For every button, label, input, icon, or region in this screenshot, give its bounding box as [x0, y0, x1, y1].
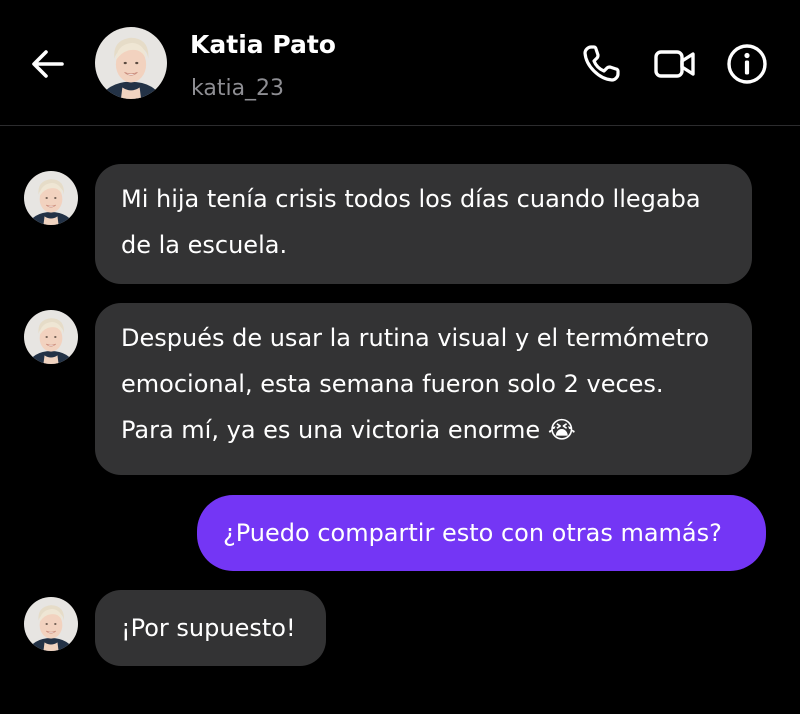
message-bubble-incoming[interactable]: Después de usar la rutina visual y el te…: [95, 303, 752, 475]
message-bubble-incoming[interactable]: Mi hija tenía crisis todos los días cuan…: [95, 164, 752, 284]
sender-avatar[interactable]: [24, 310, 78, 364]
message-bubble-incoming[interactable]: ¡Por supuesto!: [95, 590, 326, 666]
video-camera-icon: [654, 50, 695, 78]
message-bubble-outgoing[interactable]: ¿Puedo compartir esto con otras mamás?: [197, 495, 766, 571]
video-call-button[interactable]: [651, 40, 699, 88]
back-arrow-icon: [32, 50, 64, 78]
sender-avatar[interactable]: [24, 171, 78, 225]
message-text-line: emocional, esta semana fueron solo 2 vec…: [121, 370, 664, 398]
message-text-line: Para mí, ya es una victoria enorme 😭: [121, 416, 576, 444]
phone-icon: [583, 45, 620, 82]
message-text-line: ¡Por supuesto!: [121, 614, 296, 642]
back-button[interactable]: [24, 40, 72, 88]
contact-username: katia_23: [191, 76, 285, 101]
chat-header: Katia Pato katia_23: [0, 0, 800, 126]
contact-name[interactable]: Katia Pato: [190, 30, 336, 59]
call-button[interactable]: [577, 40, 625, 88]
chat-screen: Katia Pato katia_23 Mi hija tenía crisis…: [0, 0, 800, 714]
message-text-line: de la escuela.: [121, 231, 288, 259]
contact-avatar[interactable]: [95, 27, 167, 99]
info-button[interactable]: [723, 40, 771, 88]
message-text-line: Mi hija tenía crisis todos los días cuan…: [121, 185, 701, 213]
info-icon: [727, 44, 767, 84]
message-text-line: ¿Puedo compartir esto con otras mamás?: [223, 519, 722, 547]
message-text-line: Después de usar la rutina visual y el te…: [121, 324, 710, 352]
sender-avatar[interactable]: [24, 597, 78, 651]
